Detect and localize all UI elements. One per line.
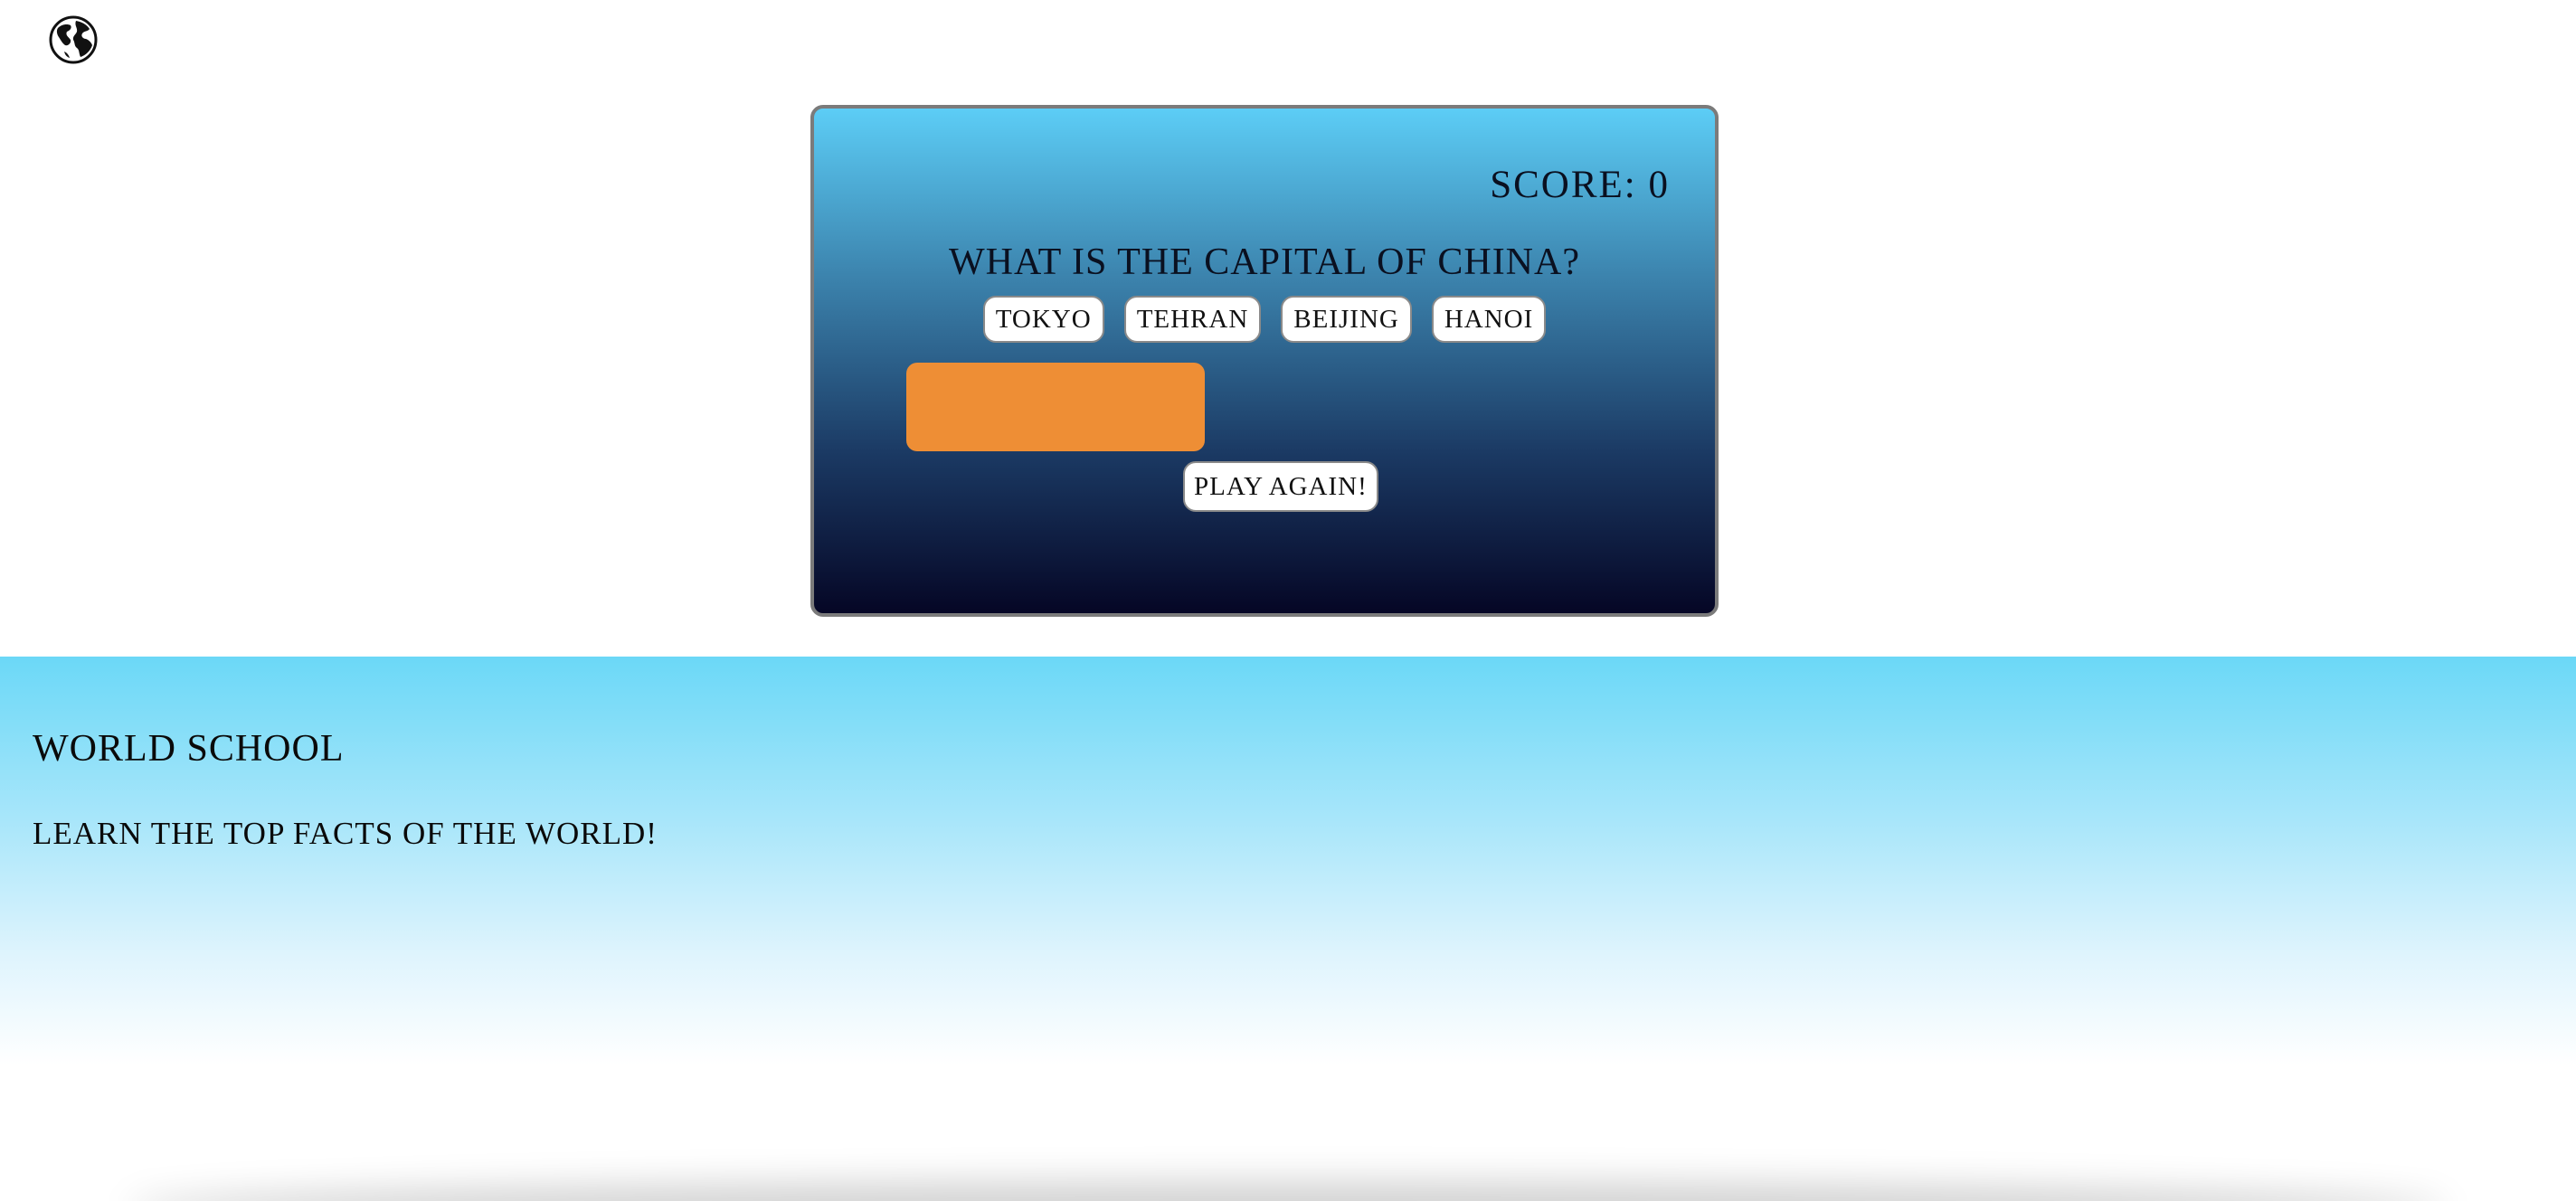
quiz-panel: Score: 0 What is the capital of China? T… xyxy=(810,105,1719,617)
score-display: Score: 0 xyxy=(1490,164,1670,206)
footer: World School Learn the top facts of the … xyxy=(0,657,2576,1201)
answer-button-beijing[interactable]: Beijing xyxy=(1281,296,1412,343)
feedback-box xyxy=(906,363,1205,451)
footer-subtitle: Learn the top facts of the world! xyxy=(33,816,658,851)
footer-title: World School xyxy=(33,728,345,770)
answer-options: Tokyo Tehran Beijing Hanoi xyxy=(814,296,1715,343)
answer-button-tokyo[interactable]: Tokyo xyxy=(982,296,1104,343)
play-again-button[interactable]: Play again! xyxy=(1183,461,1378,512)
globe-icon[interactable] xyxy=(49,15,98,64)
question-text: What is the capital of China? xyxy=(948,241,1580,283)
answer-button-tehran[interactable]: Tehran xyxy=(1123,296,1262,343)
answer-button-hanoi[interactable]: Hanoi xyxy=(1431,296,1547,343)
